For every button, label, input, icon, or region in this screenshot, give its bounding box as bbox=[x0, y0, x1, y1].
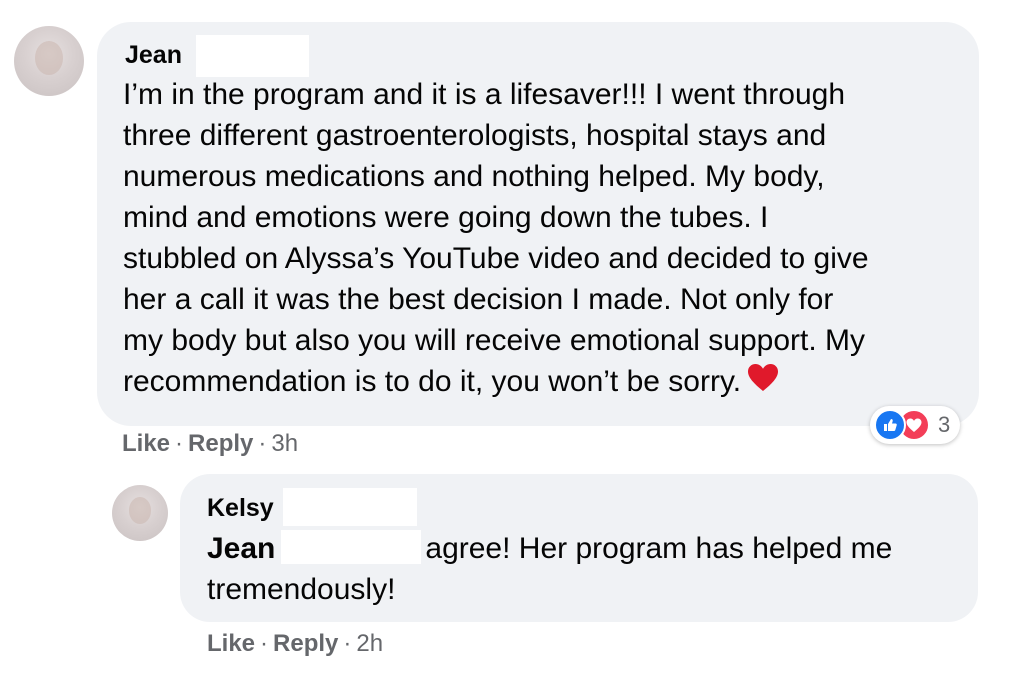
comment-text: I’m in the program and it is a lifesaver… bbox=[123, 74, 973, 404]
separator: · bbox=[175, 430, 184, 457]
reply-line-text: agree! Her program has helped me bbox=[425, 532, 893, 565]
like-button[interactable]: Like bbox=[122, 430, 170, 457]
like-reaction-icon bbox=[874, 409, 906, 441]
comment-line: my body but also you will receive emotio… bbox=[123, 324, 866, 357]
comment-line: numerous medications and nothing helped.… bbox=[123, 160, 825, 193]
author-redaction bbox=[283, 488, 417, 526]
avatar-face bbox=[35, 41, 63, 75]
reply-line: Jean agree! Her program has helped me bbox=[207, 528, 967, 569]
author-redaction bbox=[196, 35, 309, 77]
reply-button[interactable]: Reply bbox=[273, 630, 338, 657]
mention-redaction bbox=[281, 530, 422, 564]
comment-timestamp[interactable]: 3h bbox=[271, 430, 298, 457]
comment-line: stubbled on Alyssa’s YouTube video and d… bbox=[123, 242, 869, 275]
reply-author[interactable]: Kelsy bbox=[207, 493, 274, 523]
reaction-summary[interactable]: 3 bbox=[870, 406, 961, 444]
separator: · bbox=[258, 430, 267, 457]
reply-bubble: Kelsy Jean agree! Her program has helped … bbox=[180, 474, 978, 622]
comment-line: mind and emotions were going down the tu… bbox=[123, 201, 769, 234]
comment-actions: Like · Reply · 3h bbox=[122, 429, 298, 459]
comment-author[interactable]: Jean bbox=[125, 40, 182, 70]
reply-text: Jean agree! Her program has helped me tre… bbox=[207, 528, 967, 610]
separator: · bbox=[260, 630, 269, 657]
avatar-jean[interactable] bbox=[14, 26, 84, 96]
like-button[interactable]: Like bbox=[207, 630, 255, 657]
comment-line: recommendation is to do it, you won’t be… bbox=[123, 361, 973, 404]
reply-timestamp[interactable]: 2h bbox=[356, 630, 383, 657]
comment-line-text: recommendation is to do it, you won’t be… bbox=[123, 365, 742, 398]
avatar-face bbox=[128, 497, 152, 525]
comment-line: her a call it was the best decision I ma… bbox=[123, 283, 834, 316]
reply-line: tremendously! bbox=[207, 573, 396, 606]
comment-bubble: Jean I’m in the program and it is a life… bbox=[97, 22, 979, 426]
comment-line: I’m in the program and it is a lifesaver… bbox=[123, 78, 846, 111]
avatar-kelsy[interactable] bbox=[112, 485, 168, 541]
mention-link[interactable]: Jean bbox=[207, 532, 275, 565]
separator: · bbox=[343, 630, 352, 657]
reply-button[interactable]: Reply bbox=[188, 430, 253, 457]
comment-line: three different gastroenterologists, hos… bbox=[123, 119, 827, 152]
reaction-count: 3 bbox=[938, 412, 951, 437]
reply-actions: Like · Reply · 2h bbox=[207, 629, 383, 659]
heart-icon bbox=[747, 363, 779, 404]
